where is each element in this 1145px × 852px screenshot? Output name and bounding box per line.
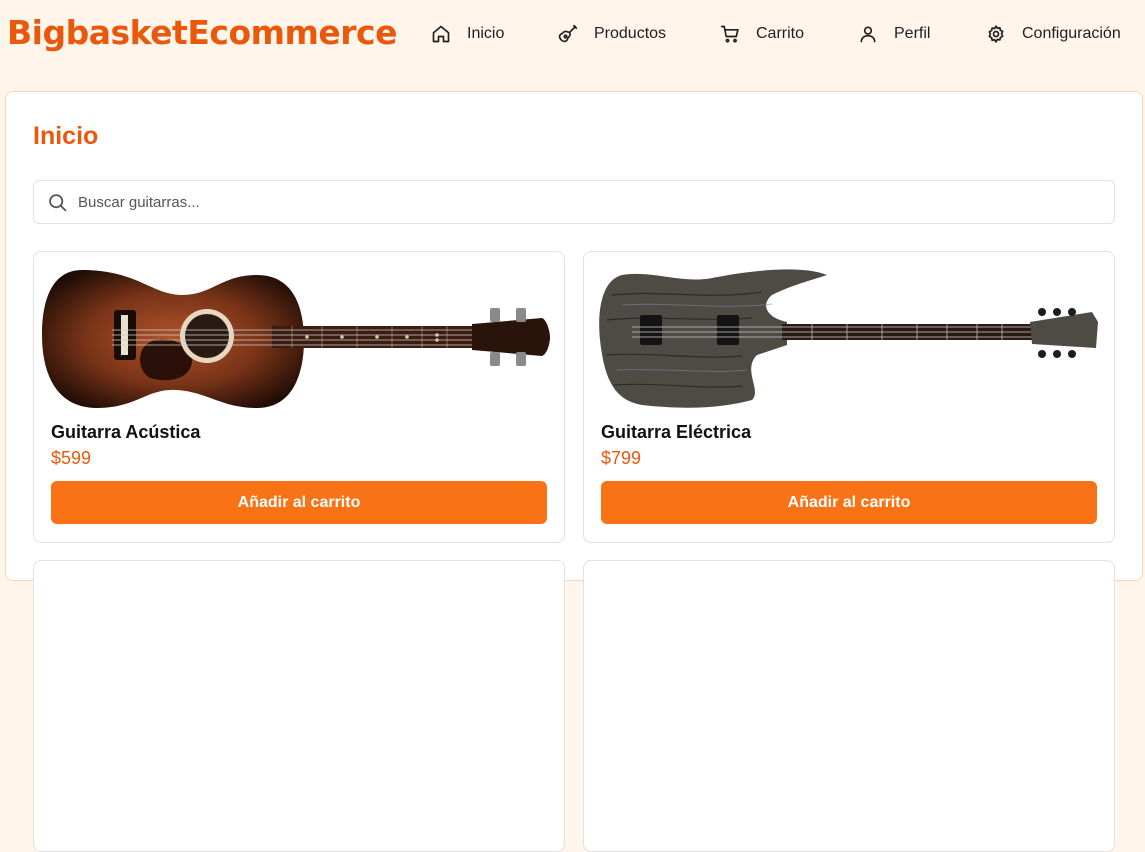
acoustic-guitar-image xyxy=(42,260,554,412)
nav-item-perfil[interactable]: Perfil xyxy=(858,22,930,46)
guitar-icon xyxy=(558,24,578,43)
nav-item-productos[interactable]: Productos xyxy=(558,22,666,46)
nav-item-label: Inicio xyxy=(467,25,505,42)
nav-item-label: Productos xyxy=(594,25,667,42)
add-to-cart-button[interactable]: Añadir al carrito xyxy=(601,481,1097,524)
search-bar[interactable] xyxy=(33,180,1115,224)
product-card xyxy=(583,560,1115,852)
nav-item-configuracion[interactable]: Configuración xyxy=(986,22,1121,46)
add-to-cart-button[interactable]: Añadir al carrito xyxy=(51,481,547,524)
nav-item-inicio[interactable]: Inicio xyxy=(431,22,504,46)
gear-icon xyxy=(988,25,1004,43)
product-card xyxy=(33,560,565,852)
nav-item-label: Carrito xyxy=(756,25,805,42)
nav-item-label: Perfil xyxy=(894,25,931,42)
nav-item-carrito[interactable]: Carrito xyxy=(720,22,804,46)
search-icon xyxy=(49,193,67,211)
main-panel: Inicio Buscar guitarras... Guitarra Acús… xyxy=(5,91,1143,852)
page-title: Inicio xyxy=(33,122,99,150)
product-price: $599 xyxy=(51,448,92,468)
product-card: Guitarra Eléctrica $799 Añadir al carrit… xyxy=(583,251,1115,543)
main-nav: Inicio Productos Carrito Perfil Configur… xyxy=(0,22,1145,46)
user-icon xyxy=(860,26,876,43)
electric-guitar-image xyxy=(592,260,1104,412)
nav-item-label: Configuración xyxy=(1022,25,1121,42)
search-input[interactable] xyxy=(78,193,1078,211)
product-card: Guitarra Acústica $599 Añadir al carrito xyxy=(33,251,565,543)
home-icon xyxy=(432,25,450,43)
app-header: BigbasketEcommerce Inicio Productos Carr… xyxy=(0,0,1145,68)
product-name: Guitarra Acústica xyxy=(51,422,201,442)
product-name: Guitarra Eléctrica xyxy=(601,422,752,442)
product-price: $799 xyxy=(601,448,642,468)
cart-icon xyxy=(720,25,739,43)
